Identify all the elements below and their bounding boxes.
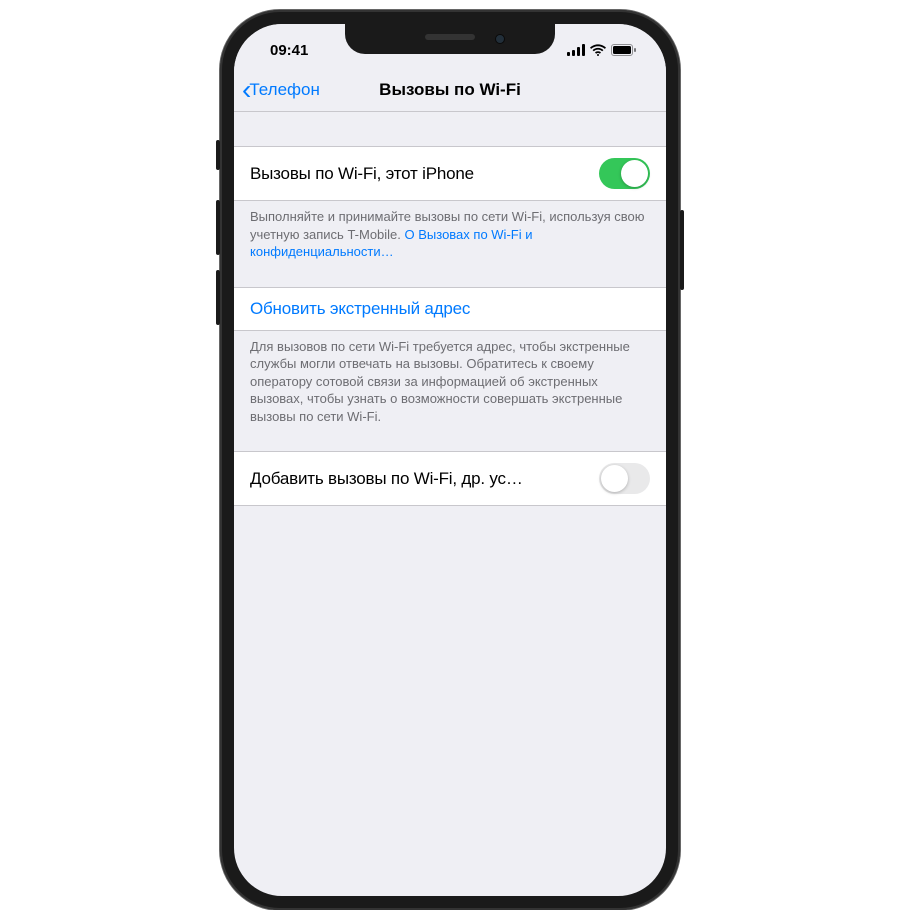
page-title: Вызовы по Wi-Fi xyxy=(379,80,521,100)
mute-switch xyxy=(216,140,220,170)
screen: 09:41 ‹ Телефон Вызовы по Wi-Fi xyxy=(234,24,666,896)
wifi-icon xyxy=(590,44,606,56)
battery-icon xyxy=(611,44,636,56)
add-wifi-calling-other-devices-toggle[interactable] xyxy=(599,463,650,494)
emergency-address-footer: Для вызовов по сети Wi-Fi требуется адре… xyxy=(234,331,666,434)
status-icons xyxy=(567,36,636,56)
status-time: 09:41 xyxy=(264,34,308,59)
add-wifi-calling-other-devices-label: Добавить вызовы по Wi-Fi, др. ус… xyxy=(250,469,523,489)
wifi-calling-this-iphone-row: Вызовы по Wi-Fi, этот iPhone xyxy=(234,146,666,201)
wifi-calling-this-iphone-label: Вызовы по Wi-Fi, этот iPhone xyxy=(250,164,474,184)
update-emergency-address-label: Обновить экстренный адрес xyxy=(250,299,470,319)
toggle-knob xyxy=(621,160,648,187)
cellular-signal-icon xyxy=(567,44,585,56)
wifi-calling-footer: Выполняйте и принимайте вызовы по сети W… xyxy=(234,201,666,269)
toggle-knob xyxy=(601,465,628,492)
volume-down-button xyxy=(216,270,220,325)
phone-frame: 09:41 ‹ Телефон Вызовы по Wi-Fi xyxy=(220,10,680,910)
speaker xyxy=(425,34,475,40)
notch xyxy=(345,24,555,54)
volume-up-button xyxy=(216,200,220,255)
emergency-address-footer-text: Для вызовов по сети Wi-Fi требуется адре… xyxy=(250,339,630,424)
back-button[interactable]: ‹ Телефон xyxy=(242,76,320,104)
back-label: Телефон xyxy=(249,80,320,100)
content: Вызовы по Wi-Fi, этот iPhone Выполняйте … xyxy=(234,112,666,506)
nav-bar: ‹ Телефон Вызовы по Wi-Fi xyxy=(234,68,666,112)
front-camera xyxy=(495,34,505,44)
wifi-calling-this-iphone-toggle[interactable] xyxy=(599,158,650,189)
add-wifi-calling-other-devices-row: Добавить вызовы по Wi-Fi, др. ус… xyxy=(234,451,666,506)
power-button xyxy=(680,210,684,290)
update-emergency-address-row[interactable]: Обновить экстренный адрес xyxy=(234,287,666,331)
